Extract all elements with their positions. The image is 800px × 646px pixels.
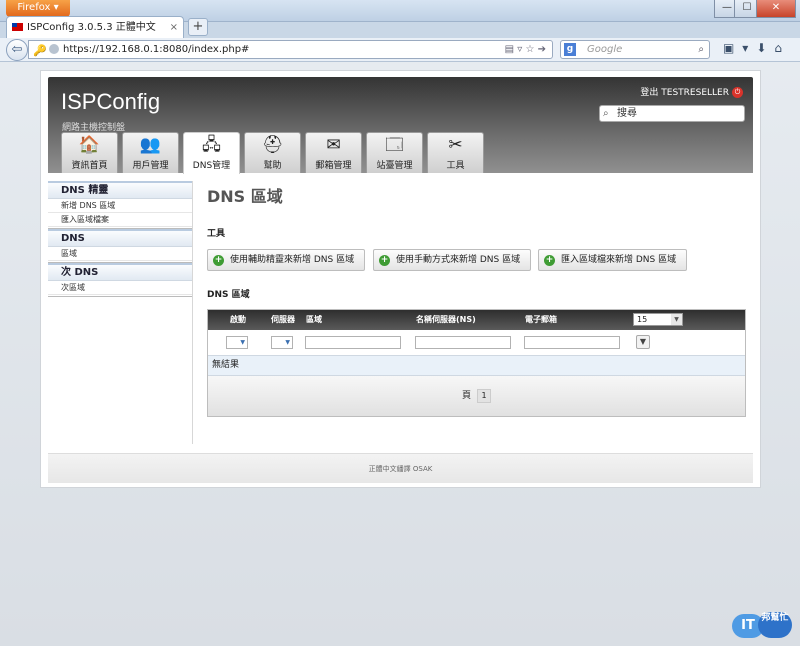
app-footer: 正體中文繙譯 OSAK [48, 453, 753, 483]
filter-zone-input[interactable] [305, 336, 401, 349]
google-icon[interactable]: g [564, 43, 576, 56]
filter-email-input[interactable] [524, 336, 620, 349]
browser-tabbar: ISPConfig 3.0.5.3 正體中文 × + [0, 14, 800, 38]
sites-icon: 🗔 [385, 135, 404, 155]
navigation-toolbar: ⇦ 🔑 https://192.168.0.1:8080/index.php# … [0, 38, 800, 62]
url-tools-icon[interactable]: ▤ ▿ ☆ ➔ [505, 41, 546, 58]
url-bar[interactable]: 🔑 https://192.168.0.1:8080/index.php# ▤ … [28, 40, 553, 59]
tab-help[interactable]: ⛑ 幫助 [244, 132, 301, 173]
app-header: ISPConfig 網路主機控制盤 登出 TESTRESELLER ⏻ ⌕ 搜尋 … [48, 77, 753, 174]
column-header-zone[interactable]: 區域 [306, 310, 322, 330]
sidebar-item-secondary-zones[interactable]: 次區域 [48, 281, 192, 295]
add-zone-wizard-button[interactable]: + 使用輔助精靈來新增 DNS 區域 [207, 249, 366, 271]
filter-server-select[interactable]: ▼ [271, 336, 293, 349]
page-title: DNS 區域 [207, 187, 283, 206]
sidebar-divider [48, 295, 192, 297]
pager-label: 頁 [461, 391, 471, 401]
app-logo: ISPConfig [61, 89, 161, 114]
browser-search-placeholder: Google [587, 44, 623, 55]
chevron-down-icon: ▼ [671, 314, 682, 325]
ispconfig-page: ISPConfig 網路主機控制盤 登出 TESTRESELLER ⏻ ⌕ 搜尋 … [40, 70, 761, 488]
filter-icon[interactable]: ▼ [636, 335, 650, 349]
sidebar: DNS 精靈 新增 DNS 區域 匯入區域檔案 DNS 區域 次 DNS 次區域 [48, 181, 193, 444]
mail-icon: ✉ [326, 135, 341, 155]
bang-badge: 邦幫忙 [758, 612, 792, 638]
watermark-logo: IT 邦幫忙 [732, 612, 794, 640]
dns-icon: 🖧 [202, 135, 221, 155]
back-arrow-icon[interactable]: ⇦ [6, 39, 28, 61]
search-icon: ⌕ [603, 108, 609, 119]
users-icon: 👥 [139, 135, 162, 155]
plus-icon: + [379, 255, 390, 266]
app-search-input[interactable]: ⌕ 搜尋 [599, 105, 745, 122]
dns-zone-table: 啟動 伺服器 區域 名稱伺服器(NS) 電子郵箱 15 ▼ ▼ ▼ ▼ 無結果 … [207, 309, 746, 417]
browser-tab[interactable]: ISPConfig 3.0.5.3 正體中文 × [6, 16, 184, 38]
new-tab-button[interactable]: + [188, 18, 208, 36]
main-content: DNS 區域 工具 + 使用輔助精靈來新增 DNS 區域 + 使用手動方式來新增… [207, 181, 747, 444]
url-text: https://192.168.0.1:8080/index.php# [63, 44, 250, 55]
tools-icon: ✂ [448, 135, 463, 155]
table-header: 啟動 伺服器 區域 名稱伺服器(NS) 電子郵箱 15 ▼ [208, 310, 745, 330]
tab-dns[interactable]: 🖧 DNS管理 [183, 132, 240, 174]
tab-mail[interactable]: ✉ 郵箱管理 [305, 132, 362, 173]
page-viewport: ISPConfig 網路主機控制盤 登出 TESTRESELLER ⏻ ⌕ 搜尋 … [0, 62, 800, 646]
column-header-server[interactable]: 伺服器 [271, 310, 295, 330]
tools-heading: 工具 [207, 229, 226, 239]
sidebar-section-dns: DNS [48, 229, 192, 247]
import-zone-file-button[interactable]: + 匯入區域檔來新增 DNS 區域 [538, 249, 688, 271]
sidebar-section-dns-wizard: DNS 精靈 [48, 181, 192, 199]
page-number-button[interactable]: 1 [477, 389, 491, 403]
add-zone-manual-button[interactable]: + 使用手動方式來新增 DNS 區域 [373, 249, 532, 271]
list-heading: DNS 區域 [207, 290, 250, 300]
tab-sites[interactable]: 🗔 站臺管理 [366, 132, 423, 173]
browser-search-bar[interactable]: g Google ⌕ [560, 40, 710, 59]
power-icon[interactable]: ⏻ [732, 87, 743, 98]
page-size-select[interactable]: 15 ▼ [633, 313, 683, 326]
tab-home[interactable]: 🏠 資訊首頁 [61, 132, 118, 173]
sidebar-section-secondary-dns: 次 DNS [48, 263, 192, 281]
pagination: 頁1 [208, 376, 745, 416]
column-header-active[interactable]: 啟動 [230, 310, 246, 330]
toolbar-icons[interactable]: ▣▾⬇⌂ [723, 41, 790, 55]
tab-users[interactable]: 👥 用戶管理 [122, 132, 179, 173]
no-results-row: 無結果 [208, 356, 745, 376]
tab-close-icon[interactable]: × [170, 17, 178, 38]
home-icon: 🏠 [78, 135, 101, 155]
logout-label: 登出 TESTRESELLER [640, 88, 729, 98]
filter-row: ▼ ▼ ▼ [208, 330, 745, 356]
column-header-email[interactable]: 電子郵箱 [525, 310, 557, 330]
filter-active-select[interactable]: ▼ [226, 336, 248, 349]
sidebar-item-add-dns-zone[interactable]: 新增 DNS 區域 [48, 199, 192, 213]
browser-tab-title: ISPConfig 3.0.5.3 正體中文 [27, 22, 156, 33]
key-icon: 🔑 [33, 44, 47, 57]
sidebar-item-import-zone-file[interactable]: 匯入區域檔案 [48, 213, 192, 227]
tab-tools[interactable]: ✂ 工具 [427, 132, 484, 173]
column-header-nameserver[interactable]: 名稱伺服器(NS) [416, 310, 476, 330]
flag-icon [12, 23, 23, 31]
search-icon[interactable]: ⌕ [698, 41, 704, 58]
plus-icon: + [544, 255, 555, 266]
app-search-value: 搜尋 [617, 108, 637, 119]
globe-icon [49, 44, 59, 54]
plus-icon: + [213, 255, 224, 266]
filter-nameserver-input[interactable] [415, 336, 511, 349]
help-icon: ⛑ [261, 135, 284, 155]
sidebar-item-zones[interactable]: 區域 [48, 247, 192, 261]
logout-link[interactable]: 登出 TESTRESELLER ⏻ [640, 85, 743, 98]
